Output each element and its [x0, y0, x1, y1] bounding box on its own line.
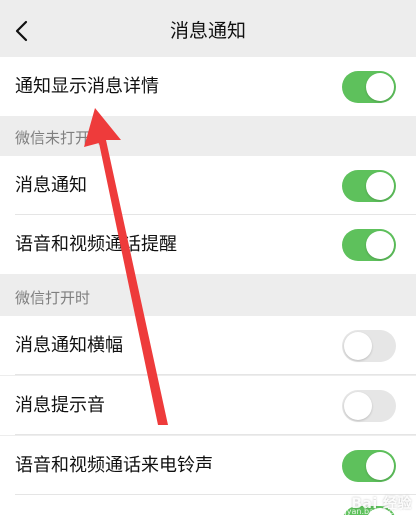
- banner-toggle[interactable]: [342, 330, 396, 362]
- section-header-open: 微信打开时: [0, 274, 416, 316]
- row-label: 语音和视频通话提醒: [15, 234, 177, 255]
- ringtone-toggle[interactable]: [342, 450, 396, 482]
- row-label: 通知显示消息详情: [15, 76, 159, 97]
- settings-row-show-details[interactable]: 通知显示消息详情: [0, 57, 416, 116]
- toggle-knob: [344, 332, 372, 360]
- toggle-knob: [344, 392, 372, 420]
- section-header-closed: 微信未打开时: [0, 116, 416, 156]
- nav-bar: 消息通知: [0, 0, 416, 62]
- settings-row-sound[interactable]: 消息提示音: [0, 376, 416, 435]
- row-label: 消息提示音: [15, 395, 105, 416]
- toggle-knob: [366, 172, 394, 200]
- settings-row-call-reminder[interactable]: 语音和视频通话提醒: [0, 215, 416, 274]
- page-title: 消息通知: [169, 20, 246, 42]
- row-label: 消息通知横幅: [15, 335, 123, 356]
- toggle-knob: [366, 452, 394, 480]
- show-details-toggle[interactable]: [342, 71, 396, 103]
- row-label: 消息通知: [15, 175, 87, 196]
- divider: [15, 374, 416, 375]
- section-title: 微信未打开时: [15, 129, 106, 147]
- row-label: 语音和视频通话来电铃声: [15, 455, 213, 476]
- settings-row-banner[interactable]: 消息通知横幅: [0, 316, 416, 375]
- sound-toggle[interactable]: [342, 390, 396, 422]
- section-title: 微信打开时: [15, 289, 91, 307]
- toggle-knob: [366, 73, 394, 101]
- call-reminder-toggle[interactable]: [342, 229, 396, 261]
- watermark-sub: jingyan.baidu.com: [332, 507, 406, 515]
- divider: [15, 434, 416, 435]
- message-notification-toggle[interactable]: [342, 170, 396, 202]
- settings-row-message-notification[interactable]: 消息通知: [0, 156, 416, 215]
- toggle-knob: [366, 231, 394, 259]
